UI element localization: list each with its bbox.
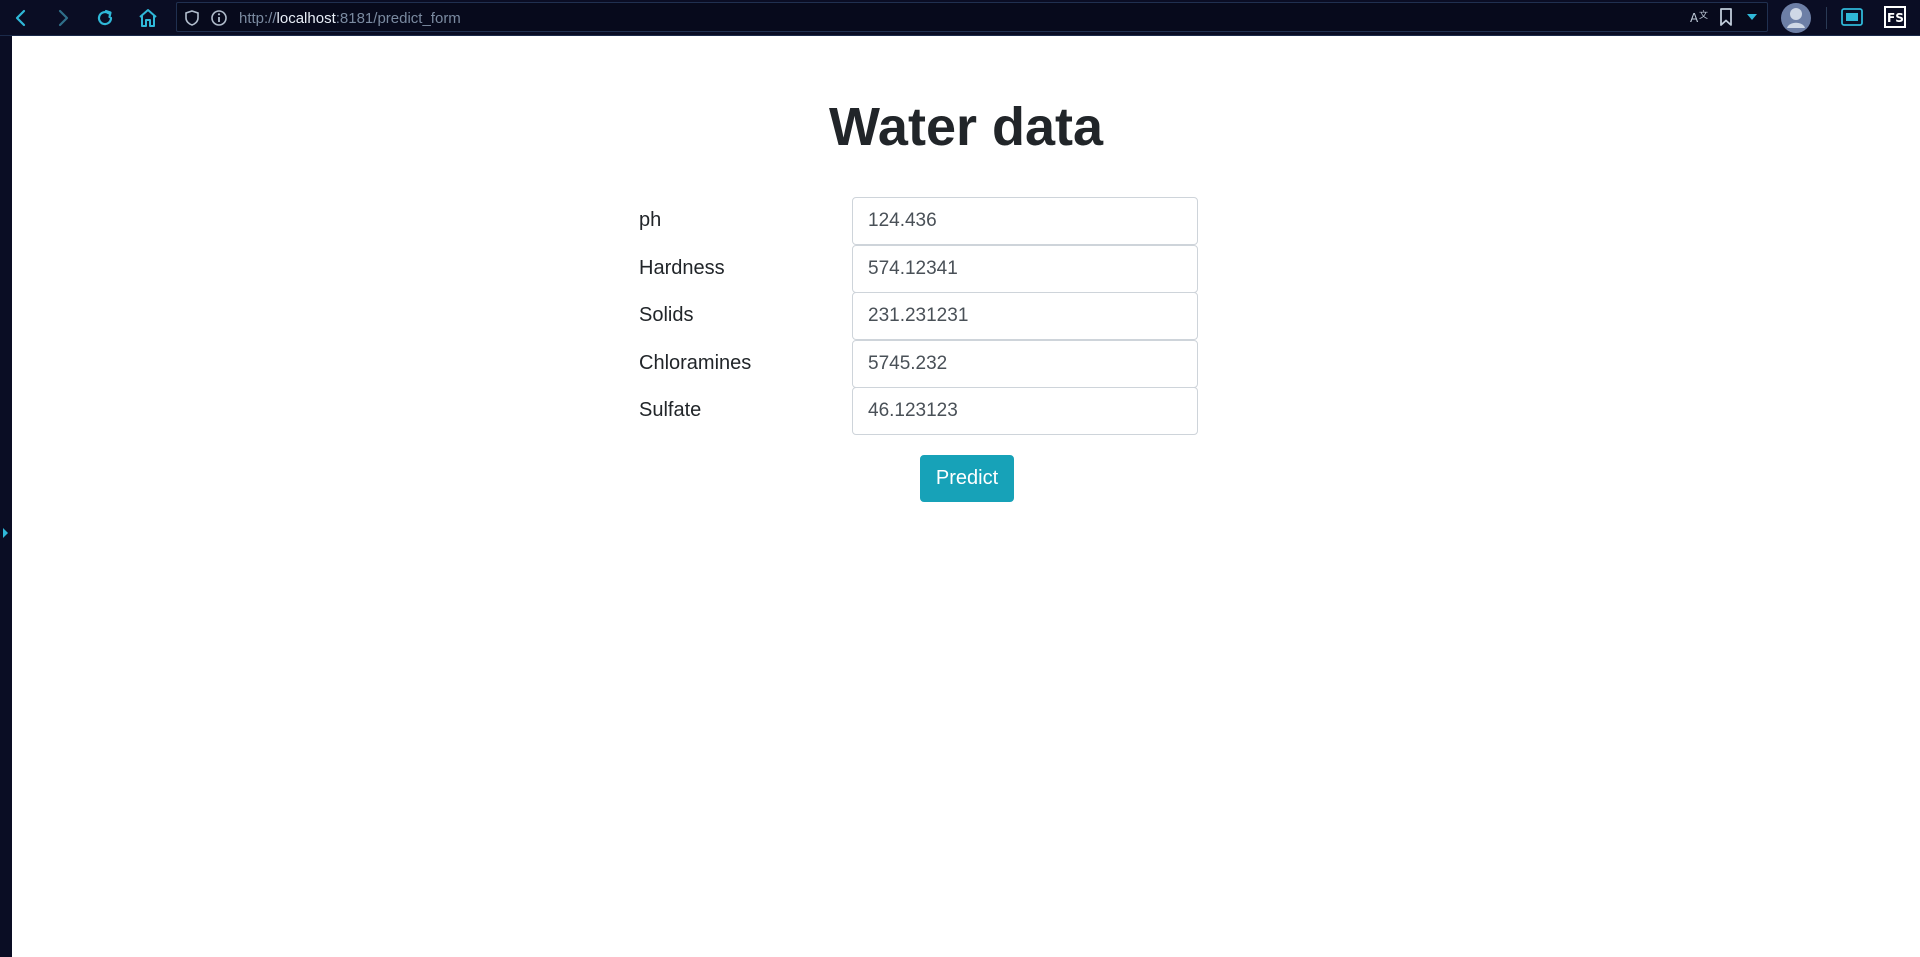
fs-icon: FS [1884,6,1906,28]
ph-input[interactable] [852,197,1198,245]
chevron-left-icon [15,9,26,27]
form-row-hardness: Hardness [639,245,1210,293]
translate-icon: A文 [1690,9,1708,25]
form-row-ph: ph [639,197,1210,245]
extension-button[interactable] [1840,5,1864,29]
fs-extension-button[interactable]: FS [1883,5,1907,29]
profile-avatar-icon [1781,3,1811,33]
chloramines-input[interactable] [852,340,1198,388]
svg-text:文: 文 [1699,9,1708,21]
shield-icon[interactable] [183,9,201,27]
info-icon[interactable] [210,9,228,27]
hardness-label: Hardness [639,257,725,279]
sidebar-strip[interactable] [0,36,12,957]
ph-label: ph [639,209,662,231]
bookmark-icon [1720,8,1732,26]
sulfate-input[interactable] [852,387,1198,435]
caret-down-icon [1747,14,1757,20]
url-text[interactable]: http://localhost:8181/predict_form [239,10,461,27]
bookmark-button[interactable] [1718,6,1734,28]
chloramines-label: Chloramines [639,352,752,374]
url-scheme: http:// [239,10,277,27]
home-button[interactable] [133,3,163,33]
reload-button[interactable] [90,3,120,33]
back-button[interactable] [6,3,36,33]
extension-icon [1841,8,1863,26]
url-path: :8181/predict_form [335,10,461,27]
toolbar-divider [1826,7,1827,29]
solids-label: Solids [639,304,694,326]
url-dropdown-button[interactable] [1745,6,1759,28]
forward-button[interactable] [48,3,78,33]
sidebar-expand-icon[interactable] [3,528,8,538]
reload-icon [97,9,113,26]
svg-text:A: A [1690,11,1699,25]
url-host: localhost [276,10,336,27]
page-content: Water data ph Hardness Solids Chloramine… [12,36,1920,957]
hardness-input[interactable] [852,245,1198,293]
svg-text:FS: FS [1887,11,1904,25]
solids-input[interactable] [852,292,1198,340]
browser-toolbar: http://localhost:8181/predict_form A文 FS [0,0,1920,36]
address-bar[interactable]: http://localhost:8181/predict_form A文 [176,2,1768,32]
profile-button[interactable] [1780,2,1812,34]
form-row-solids: Solids [639,292,1210,340]
sulfate-label: Sulfate [639,399,702,421]
form-row-sulfate: Sulfate [639,387,1210,435]
page-title: Water data [828,97,1104,157]
home-icon [139,9,157,27]
form-row-chloramines: Chloramines [639,340,1210,388]
translate-button[interactable]: A文 [1689,6,1709,28]
predict-button[interactable]: Predict [920,455,1014,502]
chevron-right-icon [58,9,69,27]
